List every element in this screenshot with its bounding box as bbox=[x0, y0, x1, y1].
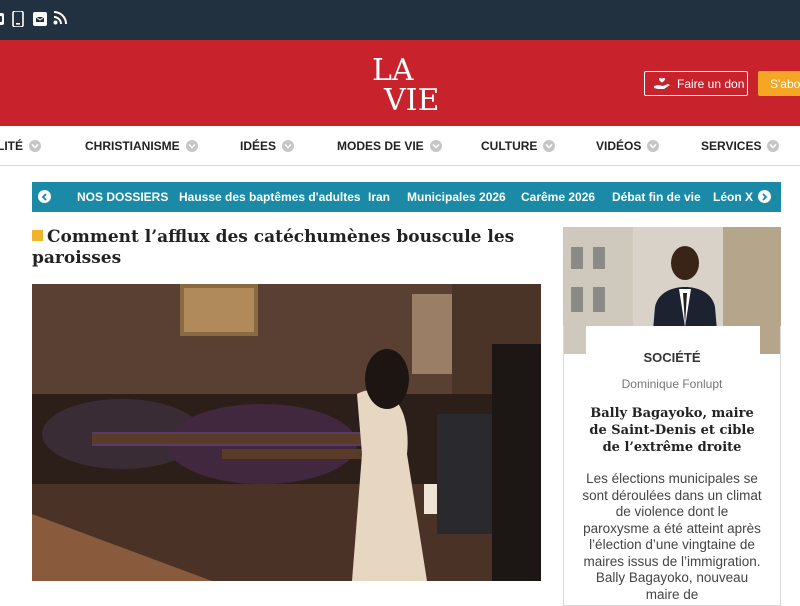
nav-item-label: CULTURE bbox=[481, 139, 538, 153]
nav-item-actualite[interactable]: LITÉ bbox=[0, 126, 41, 166]
nav-item-videos[interactable]: VIDÉOS bbox=[596, 126, 660, 166]
article-headline[interactable]: Comment l’afflux des catéchumènes bouscu… bbox=[32, 227, 532, 269]
chevron-down-icon bbox=[647, 140, 660, 152]
donate-label: Faire un don bbox=[677, 76, 745, 91]
chevron-down-icon bbox=[767, 140, 780, 152]
svg-text:VIE: VIE bbox=[383, 83, 439, 114]
chevron-down-icon bbox=[543, 140, 556, 152]
card-excerpt: Les élections municipales se sont déroul… bbox=[582, 471, 762, 602]
subscribe-button[interactable]: S'abo bbox=[758, 71, 800, 96]
newsletter-icon[interactable] bbox=[32, 11, 48, 32]
dossier-link[interactable]: Municipales 2026 bbox=[407, 182, 506, 212]
card-author[interactable]: Dominique Fonlupt bbox=[563, 377, 781, 391]
dossier-link[interactable]: Carême 2026 bbox=[521, 182, 595, 212]
nav-item-label: VIDÉOS bbox=[596, 139, 642, 153]
nav-item-modes-de-vie[interactable]: MODES DE VIE bbox=[337, 126, 442, 166]
chevron-down-icon bbox=[282, 140, 295, 152]
la-vie-logo[interactable]: LA VIE bbox=[372, 52, 442, 114]
instagram-icon[interactable] bbox=[0, 11, 6, 32]
card-title[interactable]: Bally Bagayoko, maire de Saint-Denis et … bbox=[581, 405, 763, 456]
hand-heart-icon bbox=[654, 77, 670, 89]
nav-item-culture[interactable]: CULTURE bbox=[481, 126, 556, 166]
dossier-link[interactable]: Léon X bbox=[713, 182, 753, 212]
dossier-link[interactable]: Hausse des baptêmes d'adultes bbox=[179, 182, 361, 212]
mobile-icon[interactable] bbox=[12, 10, 24, 32]
dossiers-title: NOS DOSSIERS bbox=[77, 190, 169, 204]
chevron-right-icon[interactable] bbox=[758, 190, 771, 203]
chevron-down-icon bbox=[185, 140, 198, 152]
top-bar bbox=[0, 0, 800, 40]
card-rubric[interactable]: SOCIÉTÉ bbox=[563, 350, 781, 365]
nav-item-idees[interactable]: IDÉES bbox=[240, 126, 295, 166]
dossier-link[interactable]: Iran bbox=[368, 182, 390, 212]
chevron-left-icon[interactable] bbox=[38, 190, 51, 203]
nav-item-label: CHRISTIANISME bbox=[85, 139, 180, 153]
nav-item-services[interactable]: SERVICES bbox=[701, 126, 780, 166]
chevron-down-icon bbox=[429, 140, 442, 152]
dossiers-bar: NOS DOSSIERS Hausse des baptêmes d'adult… bbox=[32, 182, 781, 212]
brand-header: LA VIE Faire un don S'abo bbox=[0, 40, 800, 126]
dossier-link[interactable]: Débat fin de vie bbox=[612, 182, 701, 212]
article-photo[interactable] bbox=[32, 284, 541, 581]
nav-item-label: LITÉ bbox=[0, 139, 23, 153]
nav-item-label: IDÉES bbox=[240, 139, 277, 153]
church-congregation-image bbox=[32, 284, 541, 581]
nav-item-label: SERVICES bbox=[701, 139, 762, 153]
main-nav: LITÉ CHRISTIANISME IDÉES MODES DE VIE CU… bbox=[0, 126, 800, 166]
chevron-down-icon bbox=[29, 140, 41, 152]
subscribe-label: S'abo bbox=[770, 76, 800, 91]
article-headline-text: Comment l’afflux des catéchumènes bouscu… bbox=[32, 227, 515, 268]
donate-button[interactable]: Faire un don bbox=[644, 71, 748, 96]
nav-item-label: MODES DE VIE bbox=[337, 139, 424, 153]
rss-icon[interactable] bbox=[53, 11, 67, 30]
nav-item-christianisme[interactable]: CHRISTIANISME bbox=[85, 126, 198, 166]
premium-badge-icon bbox=[32, 230, 43, 241]
